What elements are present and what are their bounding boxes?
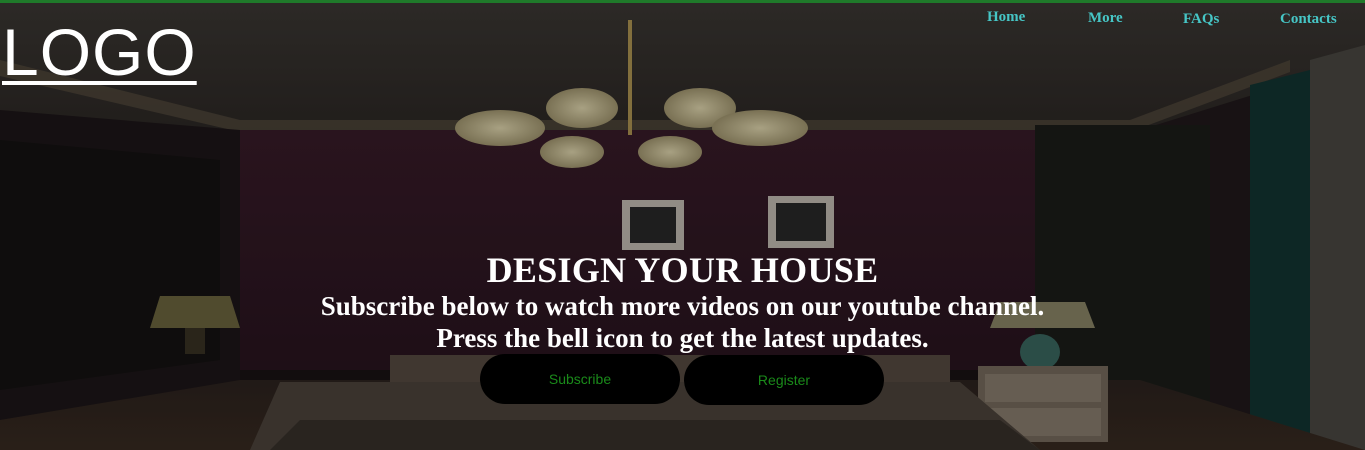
subscribe-button[interactable]: Subscribe xyxy=(480,354,680,404)
hero-title: DESIGN YOUR HOUSE xyxy=(486,250,879,290)
hero-text-block: DESIGN YOUR HOUSE Subscribe below to wat… xyxy=(0,250,1365,354)
register-button[interactable]: Register xyxy=(684,355,884,405)
bedroom-background-image xyxy=(0,0,1365,450)
nav-link-faqs[interactable]: FAQs xyxy=(1183,11,1219,28)
hero-subtitle-line-1: Subscribe below to watch more videos on … xyxy=(320,291,1045,321)
nav-link-more[interactable]: More xyxy=(1088,10,1123,27)
nav-link-contacts[interactable]: Contacts xyxy=(1280,11,1337,28)
top-accent-line xyxy=(0,0,1365,3)
hero-section: LOGO Home More FAQs Contacts DESIGN YOUR… xyxy=(0,0,1365,450)
nav-link-home[interactable]: Home xyxy=(987,9,1025,26)
main-nav: Home More FAQs Contacts xyxy=(0,8,1365,32)
hero-subtitle-line-2: Press the bell icon to get the latest up… xyxy=(436,323,929,353)
